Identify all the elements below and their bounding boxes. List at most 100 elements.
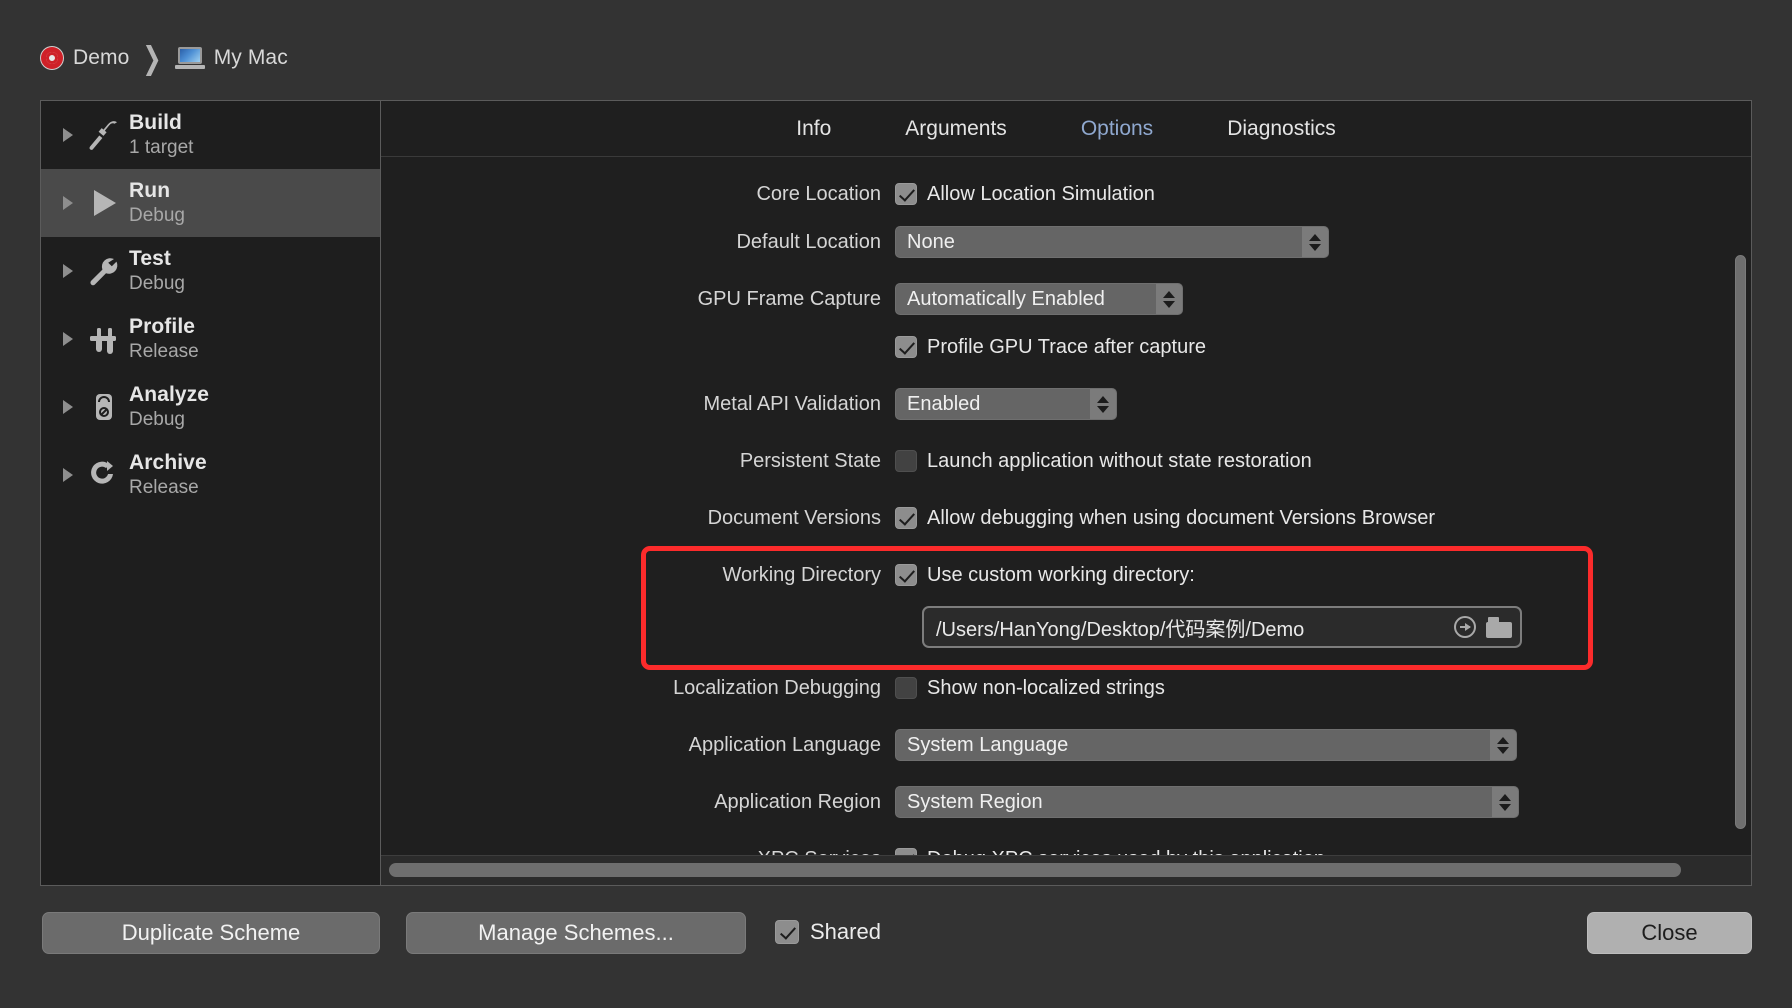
label-default-location: Default Location — [736, 230, 881, 253]
select-application-language-value: System Language — [907, 733, 1069, 756]
disclosure-triangle-icon[interactable] — [57, 468, 79, 482]
row-localization-debugging: Localization Debugging Show non-localize… — [381, 671, 1751, 705]
select-application-region[interactable]: System Region — [895, 786, 1519, 818]
row-metal-api-validation: Metal API Validation Enabled — [381, 387, 1751, 421]
folder-icon[interactable] — [1486, 616, 1512, 638]
row-core-location: Core Location Allow Location Simulation — [381, 177, 1751, 211]
select-gpu-frame-capture[interactable]: Automatically Enabled — [895, 283, 1183, 315]
sidebar-item-title: Build — [129, 111, 182, 134]
breadcrumb-separator-icon: ❯ — [142, 39, 162, 75]
stepper-icon[interactable] — [1156, 284, 1182, 314]
sidebar-item-build[interactable]: Build 1 target — [41, 101, 380, 169]
row-gpu-frame-capture: GPU Frame Capture Automatically Enabled — [381, 282, 1751, 316]
options-panel: Info Arguments Options Diagnostics Core … — [381, 101, 1751, 885]
row-working-directory: Working Directory Use custom working dir… — [381, 558, 1751, 592]
sidebar-item-test[interactable]: Test Debug — [41, 237, 380, 305]
sidebar-item-analyze[interactable]: Analyze Debug — [41, 373, 380, 441]
vertical-scrollbar-thumb[interactable] — [1735, 255, 1746, 829]
sidebar-item-run[interactable]: Run Debug — [41, 169, 380, 237]
sidebar-item-subtitle: Release — [129, 341, 199, 363]
label-core-location: Core Location — [756, 182, 881, 205]
label-profile-gpu-trace: Profile GPU Trace after capture — [927, 335, 1207, 358]
select-metal-api-validation-value: Enabled — [907, 392, 981, 415]
tab-info[interactable]: Info — [790, 115, 837, 143]
label-allow-location-simulation: Allow Location Simulation — [927, 182, 1155, 205]
sidebar-item-title: Test — [129, 247, 172, 270]
stepper-icon[interactable] — [1490, 730, 1516, 760]
breadcrumb-scheme-name[interactable]: Demo — [73, 46, 129, 70]
caliper-icon — [81, 323, 127, 355]
tab-diagnostics[interactable]: Diagnostics — [1221, 115, 1342, 143]
checkbox-persistent-state[interactable] — [895, 450, 917, 472]
label-shared: Shared — [810, 919, 881, 944]
label-document-versions: Document Versions — [707, 506, 881, 529]
checkbox-use-custom-working-directory[interactable] — [895, 564, 917, 586]
arrow-right-circle-icon[interactable] — [1454, 616, 1476, 638]
vertical-scrollbar[interactable] — [1734, 231, 1747, 831]
sidebar-item-subtitle: Release — [129, 477, 199, 499]
sidebar-item-subtitle: Debug — [129, 273, 185, 295]
select-default-location[interactable]: None — [895, 226, 1329, 258]
shared-checkbox-group: Shared — [775, 919, 881, 945]
stepper-icon[interactable] — [1302, 227, 1328, 257]
manage-schemes-button[interactable]: Manage Schemes... — [406, 912, 746, 954]
select-application-language[interactable]: System Language — [895, 729, 1517, 761]
disclosure-triangle-icon[interactable] — [57, 264, 79, 278]
label-application-region: Application Region — [714, 790, 881, 813]
working-directory-path-value: /Users/HanYong/Desktop/代码案例/Demo — [936, 618, 1305, 641]
sidebar-item-title: Analyze — [129, 383, 210, 406]
sidebar-item-profile[interactable]: Profile Release — [41, 305, 380, 373]
label-show-non-localized-strings: Show non-localized strings — [927, 676, 1165, 699]
wrench-icon — [81, 255, 127, 287]
checkbox-document-versions[interactable] — [895, 507, 917, 529]
label-localization-debugging: Localization Debugging — [673, 676, 881, 699]
sidebar-item-archive[interactable]: Archive Release — [41, 441, 380, 509]
checkbox-allow-location-simulation[interactable] — [895, 183, 917, 205]
row-profile-gpu-trace: Profile GPU Trace after capture — [381, 330, 1751, 364]
analyze-icon — [81, 391, 127, 423]
scheme-editor-window: Demo ❯ My Mac Build 1 target Run Debug T… — [0, 0, 1792, 1008]
options-content: Core Location Allow Location Simulation … — [381, 157, 1751, 885]
select-metal-api-validation[interactable]: Enabled — [895, 388, 1117, 420]
disclosure-triangle-icon[interactable] — [57, 332, 79, 346]
close-button[interactable]: Close — [1587, 912, 1752, 954]
stepper-icon[interactable] — [1492, 787, 1518, 817]
disclosure-triangle-icon[interactable] — [57, 196, 79, 210]
laptop-icon — [174, 47, 205, 69]
input-working-directory-path[interactable]: /Users/HanYong/Desktop/代码案例/Demo — [922, 606, 1522, 648]
hammer-icon — [81, 119, 127, 151]
label-metal-api-validation: Metal API Validation — [703, 392, 881, 415]
label-allow-debugging-versions-browser: Allow debugging when using document Vers… — [927, 506, 1436, 529]
row-default-location: Default Location None — [381, 225, 1751, 259]
row-application-language: Application Language System Language — [381, 728, 1751, 762]
target-icon — [40, 46, 64, 70]
scheme-actions-sidebar: Build 1 target Run Debug Test Debug Prof… — [41, 101, 381, 885]
sidebar-item-subtitle: Debug — [129, 409, 185, 431]
sidebar-item-title: Archive — [129, 451, 207, 474]
duplicate-scheme-button[interactable]: Duplicate Scheme — [42, 912, 380, 954]
scheme-editor-frame: Build 1 target Run Debug Test Debug Prof… — [40, 100, 1752, 886]
select-application-region-value: System Region — [907, 790, 1043, 813]
tab-arguments[interactable]: Arguments — [899, 115, 1013, 143]
label-launch-without-state-restoration: Launch application without state restora… — [927, 449, 1312, 472]
row-application-region: Application Region System Region — [381, 785, 1751, 819]
horizontal-scrollbar[interactable] — [381, 855, 1751, 885]
row-working-directory-path: /Users/HanYong/Desktop/代码案例/Demo — [381, 606, 1751, 648]
disclosure-triangle-icon[interactable] — [57, 400, 79, 414]
checkbox-show-non-localized-strings[interactable] — [895, 677, 917, 699]
checkbox-shared[interactable] — [775, 920, 799, 944]
select-default-location-value: None — [907, 230, 955, 253]
disclosure-triangle-icon[interactable] — [57, 128, 79, 142]
row-document-versions: Document Versions Allow debugging when u… — [381, 501, 1751, 535]
stepper-icon[interactable] — [1090, 389, 1116, 419]
tab-options[interactable]: Options — [1075, 115, 1159, 143]
tab-bar: Info Arguments Options Diagnostics — [381, 101, 1751, 157]
horizontal-scrollbar-thumb[interactable] — [389, 863, 1681, 877]
label-gpu-frame-capture: GPU Frame Capture — [697, 287, 881, 310]
sidebar-item-subtitle: 1 target — [129, 137, 194, 159]
checkbox-profile-gpu-trace[interactable] — [895, 336, 917, 358]
sidebar-item-subtitle: Debug — [129, 205, 185, 227]
label-application-language: Application Language — [688, 733, 881, 756]
breadcrumb-destination[interactable]: My Mac — [214, 46, 288, 70]
label-persistent-state: Persistent State — [739, 449, 881, 472]
